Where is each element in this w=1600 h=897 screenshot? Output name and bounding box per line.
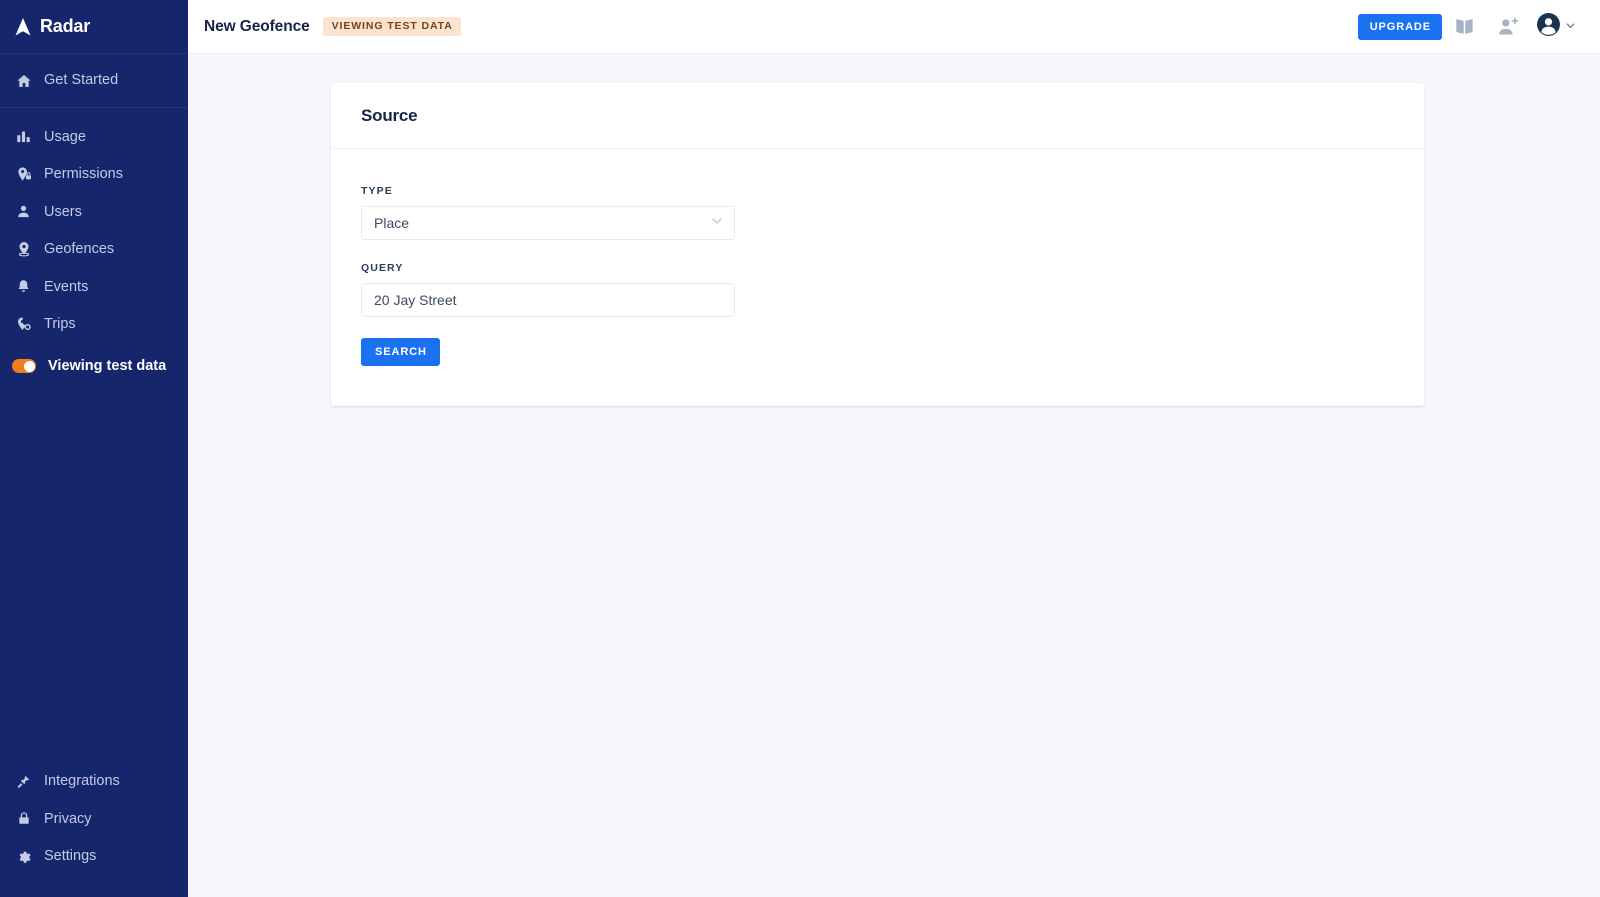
sidebar-item-label: Get Started (44, 73, 118, 88)
sidebar-item-events[interactable]: Events (0, 268, 188, 306)
source-card: Source TYPE Place QUERY (331, 83, 1424, 406)
toggle-label: Viewing test data (48, 358, 166, 374)
person-icon (15, 203, 32, 220)
sidebar-item-label: Geofences (44, 242, 114, 257)
gear-icon (15, 848, 32, 865)
card-header: Source (331, 83, 1424, 149)
sidebar-item-label: Settings (44, 849, 96, 864)
card-title: Source (361, 106, 1394, 126)
bell-icon (15, 278, 32, 295)
invite-user-icon[interactable] (1486, 5, 1530, 49)
sidebar-item-get-started[interactable]: Get Started (0, 54, 188, 107)
sidebar-item-label: Trips (44, 317, 76, 332)
sidebar-item-label: Integrations (44, 774, 120, 789)
upgrade-button[interactable]: UPGRADE (1358, 14, 1442, 40)
spacer (361, 317, 1394, 338)
content-area: Source TYPE Place QUERY (188, 54, 1600, 897)
toggle-knob (24, 361, 35, 372)
sidebar-bottom-group: Integrations Privacy Settings (0, 763, 188, 897)
query-input[interactable] (361, 283, 735, 317)
sidebar-item-label: Users (44, 205, 82, 220)
query-field-label: QUERY (361, 262, 1394, 274)
type-select-wrap: Place (361, 206, 735, 240)
app-root: Radar Get Started Usage Permis (0, 0, 1600, 897)
spacer (361, 240, 1394, 262)
sidebar-item-label: Privacy (44, 812, 92, 827)
sidebar-main-group: Usage Permissions Users Geofences (0, 108, 188, 385)
top-bar: New Geofence VIEWING TEST DATA UPGRADE (188, 0, 1600, 54)
type-select-value: Place (374, 215, 409, 231)
type-select[interactable]: Place (361, 206, 735, 240)
bar-chart-icon (15, 128, 32, 145)
viewing-test-data-toggle[interactable]: Viewing test data (0, 347, 188, 385)
sidebar-item-label: Usage (44, 130, 86, 145)
map-pin-icon (15, 241, 32, 258)
map-pin-clock-icon (15, 316, 32, 333)
sidebar-item-settings[interactable]: Settings (0, 838, 188, 876)
toggle-switch[interactable] (12, 359, 36, 373)
sidebar-item-trips[interactable]: Trips (0, 306, 188, 344)
type-field-label: TYPE (361, 185, 1394, 197)
topbar-actions: UPGRADE (1358, 5, 1584, 49)
lock-icon (15, 810, 32, 827)
search-button[interactable]: SEARCH (361, 338, 440, 366)
chevron-down-icon (1565, 18, 1576, 36)
sidebar-item-privacy[interactable]: Privacy (0, 800, 188, 838)
brand-logo[interactable]: Radar (0, 0, 188, 54)
map-pin-lock-icon (15, 166, 32, 183)
page-title: New Geofence (204, 18, 310, 36)
sidebar: Radar Get Started Usage Permis (0, 0, 188, 897)
sidebar-item-usage[interactable]: Usage (0, 118, 188, 156)
main-area: New Geofence VIEWING TEST DATA UPGRADE (188, 0, 1600, 897)
card-body: TYPE Place QUERY SEARCH (331, 149, 1424, 406)
sidebar-spacer (0, 385, 188, 763)
account-avatar-icon (1536, 12, 1561, 42)
account-menu[interactable] (1530, 12, 1584, 42)
sidebar-item-label: Events (44, 280, 88, 295)
sidebar-primary-group: Get Started (0, 54, 188, 108)
sidebar-item-label: Permissions (44, 167, 123, 182)
sidebar-item-users[interactable]: Users (0, 193, 188, 231)
plug-icon (15, 773, 32, 790)
home-icon (15, 72, 32, 89)
docs-book-icon[interactable] (1442, 5, 1486, 49)
sidebar-item-permissions[interactable]: Permissions (0, 156, 188, 194)
sidebar-item-geofences[interactable]: Geofences (0, 231, 188, 269)
brand-name: Radar (40, 16, 90, 37)
navigation-arrow-icon (14, 17, 32, 37)
sidebar-item-integrations[interactable]: Integrations (0, 763, 188, 801)
status-badge: VIEWING TEST DATA (323, 17, 461, 36)
